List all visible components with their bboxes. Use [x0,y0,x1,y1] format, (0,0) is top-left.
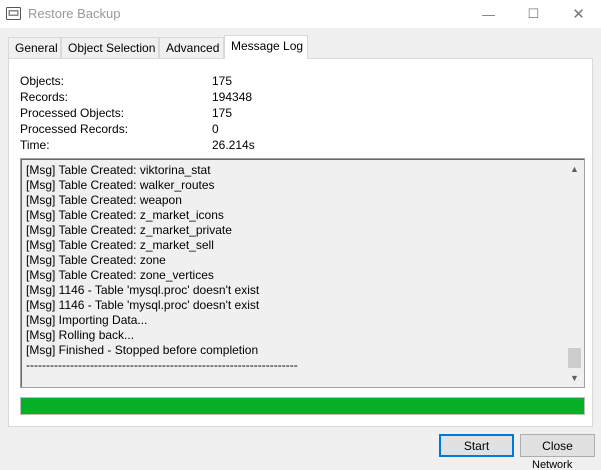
close-button[interactable]: Close [520,434,595,457]
scroll-thumb[interactable] [568,348,581,368]
log-lines: [Msg] Table Created: viktorina_stat [Msg… [26,163,566,373]
log-line: [Msg] 1146 - Table 'mysql.proc' doesn't … [26,298,260,312]
log-line: [Msg] Table Created: zone_vertices [26,268,214,282]
log-line: [Msg] Table Created: zone [26,253,166,267]
stat-label: Records: [20,90,69,104]
background-network-label: Network [532,459,573,470]
log-line: ----------------------------------------… [26,358,298,372]
maximize-icon[interactable]: ☐ [511,0,556,28]
tab-advanced[interactable]: Advanced [159,37,224,58]
start-button[interactable]: Start [439,434,514,457]
log-line: [Msg] Table Created: z_market_sell [26,238,214,252]
tab-message-log[interactable]: Message Log [224,35,308,59]
log-line: [Msg] 1146 - Table 'mysql.proc' doesn't … [26,283,260,297]
stat-value: 194348 [212,90,253,104]
log-line: [Msg] Importing Data... [26,313,148,327]
tab-object-selection[interactable]: Object Selection [61,37,159,58]
progress-bar [20,397,585,415]
background-strip [0,462,601,470]
stat-value: 0 [212,122,219,136]
title-bar: Restore Backup — ☐ ✕ [0,0,601,28]
log-line: [Msg] Table Created: z_market_private [26,223,232,237]
log-scrollbar[interactable]: ▲ ▼ [566,160,583,386]
app-icon [6,7,21,20]
log-line: [Msg] Table Created: walker_routes [26,178,215,192]
log-line: [Msg] Rolling back... [26,328,135,342]
scroll-up-icon[interactable]: ▲ [566,160,583,177]
scroll-down-icon[interactable]: ▼ [566,369,583,386]
stat-value: 26.214s [212,138,255,152]
minimize-icon[interactable]: — [466,0,511,28]
tab-general[interactable]: General [8,37,61,58]
window-title: Restore Backup [28,6,121,21]
stat-label: Processed Objects: [20,106,125,120]
stat-label: Time: [20,138,50,152]
message-log-box[interactable]: [Msg] Table Created: viktorina_stat [Msg… [20,158,585,388]
stat-label: Processed Records: [20,122,129,136]
stat-value: 175 [212,74,233,88]
log-line: [Msg] Table Created: viktorina_stat [26,163,211,177]
log-line: [Msg] Finished - Stopped before completi… [26,343,259,357]
message-log-panel: Objects: 175 Records: 194348 Processed O… [8,58,593,427]
log-line: [Msg] Table Created: weapon [26,193,182,207]
close-icon[interactable]: ✕ [556,0,601,28]
log-line: [Msg] Table Created: z_market_icons [26,208,224,222]
progress-fill [21,398,584,414]
stat-value: 175 [212,106,233,120]
stat-label: Objects: [20,74,65,88]
